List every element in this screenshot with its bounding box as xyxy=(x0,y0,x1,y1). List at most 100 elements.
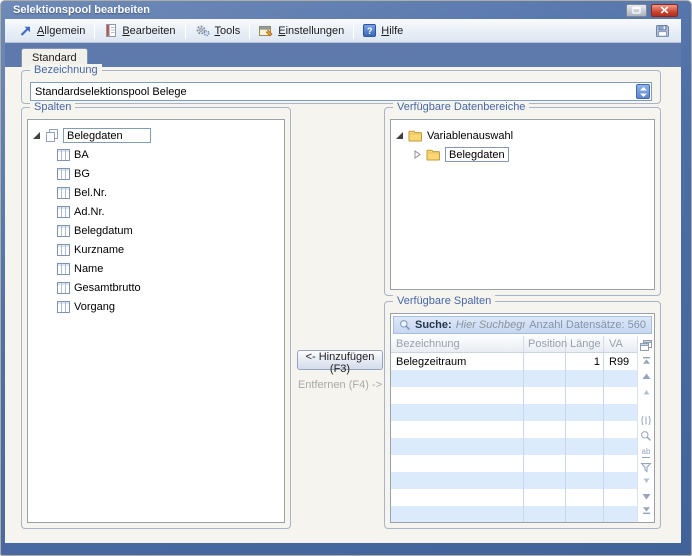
group-verfuegbare-spalten: Verfügbare Spalten Suche: Hier Suchbegri… xyxy=(384,301,661,529)
toolbar-separator xyxy=(353,23,354,39)
menu-einstellungen[interactable]: Einstellungen xyxy=(251,23,352,39)
tree-node-belegdaten-label[interactable]: Belegdaten xyxy=(445,147,509,162)
group-bezeichnung-label: Bezeichnung xyxy=(30,64,102,77)
tree-item[interactable]: Bel.Nr. xyxy=(57,183,280,202)
folder-icon xyxy=(408,130,423,142)
scroll-top-icon[interactable] xyxy=(641,355,652,366)
group-spalten-label: Spalten xyxy=(30,101,75,114)
group-bezeichnung: Bezeichnung Standardselektionspool Beleg… xyxy=(21,70,661,104)
tree-expanded-icon[interactable] xyxy=(395,131,404,140)
verfuegbare-spalten-panel: Suche: Hier Suchbegriff einge Anzahl Dat… xyxy=(390,313,655,523)
menu-tools[interactable]: Tools xyxy=(187,22,249,39)
tree-item-label: BG xyxy=(74,168,90,180)
search-bar[interactable]: Suche: Hier Suchbegriff einge Anzahl Dat… xyxy=(393,316,652,334)
tree-item[interactable]: Ad.Nr. xyxy=(57,202,280,221)
search-icon xyxy=(399,319,411,331)
tree-item[interactable]: Name xyxy=(57,259,280,278)
restore-icon xyxy=(632,6,641,14)
close-button[interactable] xyxy=(651,4,678,17)
tree-item[interactable]: BG xyxy=(57,164,280,183)
menu-hilfe-label: Hilfe xyxy=(381,25,403,37)
tree-item[interactable]: Kurzname xyxy=(57,240,280,259)
close-icon xyxy=(660,6,669,14)
pages-icon xyxy=(45,129,59,142)
datenbereiche-tree-panel: Variablenauswahl Belegdaten xyxy=(390,119,655,290)
notebook-icon xyxy=(104,24,117,37)
table-row[interactable]: Belegzeitraum 1 R99 xyxy=(391,353,637,370)
spalten-tree: Belegdaten BA xyxy=(28,120,284,322)
table-column-icon xyxy=(57,263,70,275)
datenbereiche-tree: Variablenauswahl Belegdaten xyxy=(391,120,654,170)
bezeichnung-combobox[interactable]: Standardselektionspool Belege xyxy=(30,82,652,101)
window-content: Allgemein Bearbeiten Tools Einstellungen… xyxy=(5,19,681,543)
menu-bearbeiten[interactable]: Bearbeiten xyxy=(96,22,183,39)
grid-header: Bezeichnung Position Länge VA xyxy=(391,336,637,353)
tree-item[interactable]: BA xyxy=(57,145,280,164)
tree-node-variablenauswahl-label: Variablenauswahl xyxy=(427,130,513,142)
group-datenbereiche-label: Verfügbare Datenbereiche xyxy=(393,101,529,114)
page-down-icon[interactable] xyxy=(641,475,652,486)
help-icon: ? xyxy=(363,24,376,37)
table-column-icon xyxy=(57,206,70,218)
add-button[interactable]: <- Hinzufügen (F3) xyxy=(297,350,383,370)
menu-allgemein[interactable]: Allgemein xyxy=(11,23,93,39)
row-down-icon[interactable] xyxy=(641,490,652,501)
table-column-icon xyxy=(57,282,70,294)
restore-button[interactable] xyxy=(626,4,647,17)
group-datenbereiche: Verfügbare Datenbereiche Variablenauswah… xyxy=(384,107,661,296)
tree-collapsed-icon[interactable] xyxy=(413,150,422,159)
page-up-icon[interactable] xyxy=(641,386,652,397)
search-input[interactable]: Hier Suchbegriff einge xyxy=(456,319,526,331)
menu-bearbeiten-label: Bearbeiten xyxy=(122,25,175,37)
tree-item-label: Ad.Nr. xyxy=(74,206,105,218)
header-laenge[interactable]: Länge xyxy=(566,336,604,352)
auto-width-icon[interactable] xyxy=(640,415,652,426)
tree-root-label[interactable]: Belegdaten xyxy=(63,128,151,143)
sort-icon[interactable]: ab xyxy=(642,446,651,457)
column-divider xyxy=(523,353,524,522)
menu-tools-label: Tools xyxy=(215,25,241,37)
table-column-icon xyxy=(57,301,70,313)
column-chooser-icon[interactable] xyxy=(640,340,652,351)
header-va[interactable]: VA xyxy=(604,336,637,352)
tree-item[interactable]: Belegdatum xyxy=(57,221,280,240)
tree-item-label: Gesamtbrutto xyxy=(74,282,141,294)
tree-item-label: BA xyxy=(74,149,89,161)
tree-expanded-icon[interactable] xyxy=(32,131,41,140)
gears-icon xyxy=(195,24,210,37)
toolbar-separator xyxy=(94,23,95,39)
scroll-bottom-icon[interactable] xyxy=(641,506,652,517)
toolbar-separator xyxy=(185,23,186,39)
header-position[interactable]: Position xyxy=(524,336,566,352)
combobox-spinner-button[interactable] xyxy=(636,84,650,99)
grid-area: Bezeichnung Position Länge VA xyxy=(391,336,654,522)
spalten-tree-children: BA BG Bel.Nr. xyxy=(32,145,280,316)
search-label: Suche: xyxy=(415,319,452,331)
main-panel: Bezeichnung Standardselektionspool Beleg… xyxy=(5,67,681,543)
cell-bezeichnung: Belegzeitraum xyxy=(391,356,524,368)
save-button[interactable] xyxy=(655,24,670,38)
window-frame: Selektionspool bearbeiten Allgemein Bear… xyxy=(0,0,692,556)
table-column-icon xyxy=(57,168,70,180)
tree-item[interactable]: Gesamtbrutto xyxy=(57,278,280,297)
bezeichnung-value: Standardselektionspool Belege xyxy=(35,86,635,98)
title-bar: Selektionspool bearbeiten xyxy=(5,1,681,19)
tree-item-label: Vorgang xyxy=(74,301,115,313)
column-divider xyxy=(603,353,604,522)
header-bezeichnung[interactable]: Bezeichnung xyxy=(391,336,524,352)
remove-button[interactable]: Entfernen (F4) -> xyxy=(293,379,387,391)
save-icon xyxy=(655,24,670,38)
columns-table: Bezeichnung Position Länge VA xyxy=(391,336,638,522)
menu-hilfe[interactable]: ? Hilfe xyxy=(355,22,411,39)
window-title: Selektionspool bearbeiten xyxy=(13,4,622,16)
row-up-icon[interactable] xyxy=(641,371,652,382)
tree-node-root[interactable]: Belegdaten xyxy=(32,126,280,145)
updown-arrows-icon xyxy=(639,86,648,98)
tree-node-belegdaten[interactable]: Belegdaten xyxy=(413,145,650,164)
tree-node-variablenauswahl[interactable]: Variablenauswahl xyxy=(395,126,650,145)
grid-search-icon[interactable] xyxy=(640,430,652,442)
column-divider xyxy=(565,353,566,522)
menu-einstellungen-label: Einstellungen xyxy=(278,25,344,37)
filter-icon[interactable] xyxy=(640,462,652,473)
tree-item[interactable]: Vorgang xyxy=(57,297,280,316)
